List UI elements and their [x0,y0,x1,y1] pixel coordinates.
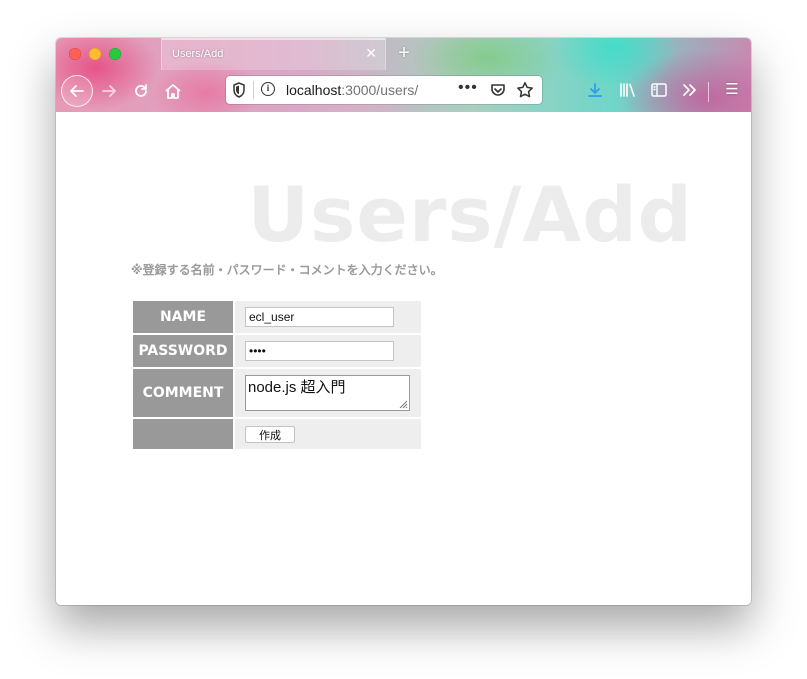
new-tab-button[interactable]: + [393,41,415,65]
tab-users-add[interactable]: Users/Add ✕ [161,38,386,70]
window-minimize-button[interactable] [89,48,101,60]
home-button[interactable] [160,78,186,104]
forward-button[interactable] [96,78,122,104]
library-button[interactable] [616,78,640,102]
page-content: Users/Add ※登録する名前・パスワード・コメントを入力ください。 NAM… [56,112,751,605]
reload-icon [135,84,147,97]
comment-field-cell: node.js 超入門 [235,369,421,417]
name-field-cell [235,301,421,333]
sidebar-icon [651,83,667,97]
comment-label: COMMENT [133,369,233,417]
library-icon [620,83,635,97]
window-maximize-button[interactable] [109,48,121,60]
url-host: localhost [286,82,342,98]
home-icon [165,84,181,99]
name-label: NAME [133,301,233,333]
form-row-password: PASSWORD [133,335,421,367]
toolbar-separator [708,82,709,102]
pocket-icon[interactable] [490,82,506,98]
arrow-right-icon [102,85,116,97]
form-row-name: NAME [133,301,421,333]
form-row-comment: COMMENT node.js 超入門 [133,369,421,417]
bookmark-star-icon[interactable] [516,81,534,99]
browser-toolbar: Users/Add ✕ + i localhost:3000/users/ ••… [56,38,751,113]
hamburger-menu-icon[interactable]: ☰ [720,78,744,102]
comment-textarea[interactable]: node.js 超入門 [245,375,410,411]
name-input[interactable] [245,307,394,327]
password-input[interactable] [245,341,394,361]
password-field-cell [235,335,421,367]
reload-button[interactable] [128,78,154,104]
sidebar-button[interactable] [647,78,671,102]
tab-title: Users/Add [172,48,224,60]
address-bar[interactable]: i localhost:3000/users/ ••• [226,76,542,104]
url-path: :3000/users/ [341,82,419,98]
arrow-left-icon [70,85,84,97]
chevron-double-right-icon [683,84,696,96]
page-title: Users/Add [247,170,693,259]
password-label: PASSWORD [133,335,233,367]
submit-field-cell: 作成 [235,419,421,449]
submit-label-cell [133,419,233,449]
url-divider [253,81,254,99]
url-text[interactable]: localhost:3000/users/ [286,82,418,98]
overflow-button[interactable] [678,78,702,102]
user-form-table: NAME PASSWORD COMMENT node.js 超入門 [131,299,423,451]
download-icon [588,83,602,97]
resize-handle-icon[interactable] [398,399,408,409]
info-icon[interactable]: i [261,82,275,96]
back-button[interactable] [61,75,93,107]
instruction-text: ※登録する名前・パスワード・コメントを入力ください。 [131,263,443,277]
form-row-submit: 作成 [133,419,421,449]
window-close-button[interactable] [69,48,81,60]
downloads-button[interactable] [583,78,607,102]
create-button[interactable]: 作成 [245,425,295,443]
comment-textarea-wrap: node.js 超入門 [245,375,410,411]
tab-close-icon[interactable]: ✕ [365,45,377,62]
more-actions-icon[interactable]: ••• [458,79,478,97]
browser-window: Users/Add ✕ + i localhost:3000/users/ ••… [56,38,751,605]
shield-icon[interactable] [232,82,246,98]
